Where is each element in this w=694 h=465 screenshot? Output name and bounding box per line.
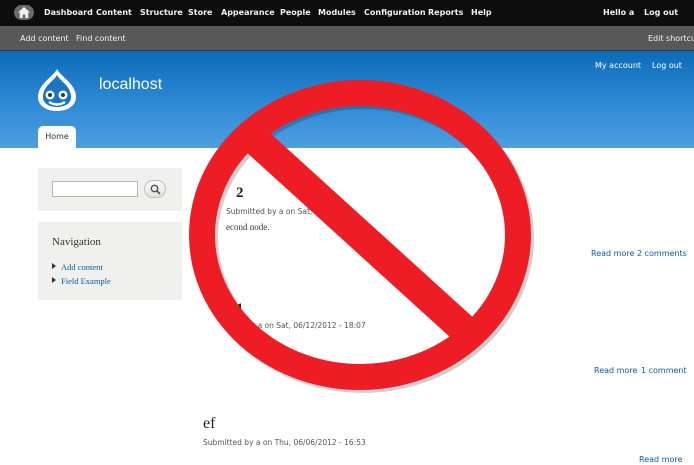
bullet-icon bbox=[52, 277, 56, 283]
navigation-block: Navigation Add content Field Example bbox=[38, 222, 182, 300]
read-more-link[interactable]: Read more bbox=[594, 366, 637, 375]
toolbar-store[interactable]: Store bbox=[188, 8, 212, 17]
node-meta: Submitted by a on Thu, 06/06/2012 - 16:5… bbox=[203, 438, 366, 447]
shortcut-find-content[interactable]: Find content bbox=[76, 34, 126, 43]
tab-home[interactable]: Home bbox=[38, 126, 76, 148]
toolbar-help[interactable]: Help bbox=[471, 8, 492, 17]
admin-toolbar: Dashboard Content Structure Store Appear… bbox=[0, 0, 694, 26]
search-button[interactable] bbox=[144, 180, 166, 198]
search-icon bbox=[150, 184, 161, 195]
comments-link[interactable]: 2 comments bbox=[637, 249, 687, 258]
toolbar-logout[interactable]: Log out bbox=[644, 8, 678, 17]
shortcut-add-content[interactable]: Add content bbox=[20, 34, 69, 43]
toolbar-content[interactable]: Content bbox=[96, 8, 132, 17]
nav-item-label: Field Example bbox=[61, 276, 111, 286]
nav-item-add-content[interactable]: Add content bbox=[52, 262, 103, 272]
toolbar-home-button[interactable] bbox=[14, 5, 34, 20]
home-icon bbox=[18, 7, 30, 18]
toolbar-configuration[interactable]: Configuration bbox=[364, 8, 426, 17]
site-name[interactable]: localhost bbox=[99, 76, 162, 94]
shortcut-bar: Add content Find content Edit shortcuts bbox=[0, 26, 694, 51]
toolbar-modules[interactable]: Modules bbox=[318, 8, 356, 17]
toolbar-appearance[interactable]: Appearance bbox=[221, 8, 275, 17]
search-input[interactable] bbox=[52, 181, 138, 197]
search-block bbox=[38, 168, 182, 211]
bullet-icon bbox=[52, 263, 56, 269]
comments-link[interactable]: 1 comment bbox=[641, 366, 687, 375]
toolbar-reports[interactable]: Reports bbox=[428, 8, 463, 17]
toolbar-people[interactable]: People bbox=[280, 8, 311, 17]
nav-item-label: Add content bbox=[61, 262, 103, 272]
toolbar-greeting[interactable]: Hello a bbox=[603, 8, 634, 17]
node-title[interactable]: ef bbox=[203, 415, 215, 433]
nav-item-field-example[interactable]: Field Example bbox=[52, 276, 111, 286]
read-more-link[interactable]: Read more bbox=[639, 455, 682, 464]
read-more-link[interactable]: Read more bbox=[591, 249, 634, 258]
edit-shortcuts-link[interactable]: Edit shortcuts bbox=[648, 34, 694, 43]
toolbar-dashboard[interactable]: Dashboard bbox=[44, 8, 93, 17]
drupal-logo[interactable] bbox=[36, 68, 78, 112]
my-account-link[interactable]: My account bbox=[595, 61, 641, 70]
prohibition-sign-icon bbox=[189, 80, 534, 393]
header-logout-link[interactable]: Log out bbox=[652, 61, 682, 70]
toolbar-structure[interactable]: Structure bbox=[140, 8, 183, 17]
navigation-title: Navigation bbox=[52, 236, 101, 248]
